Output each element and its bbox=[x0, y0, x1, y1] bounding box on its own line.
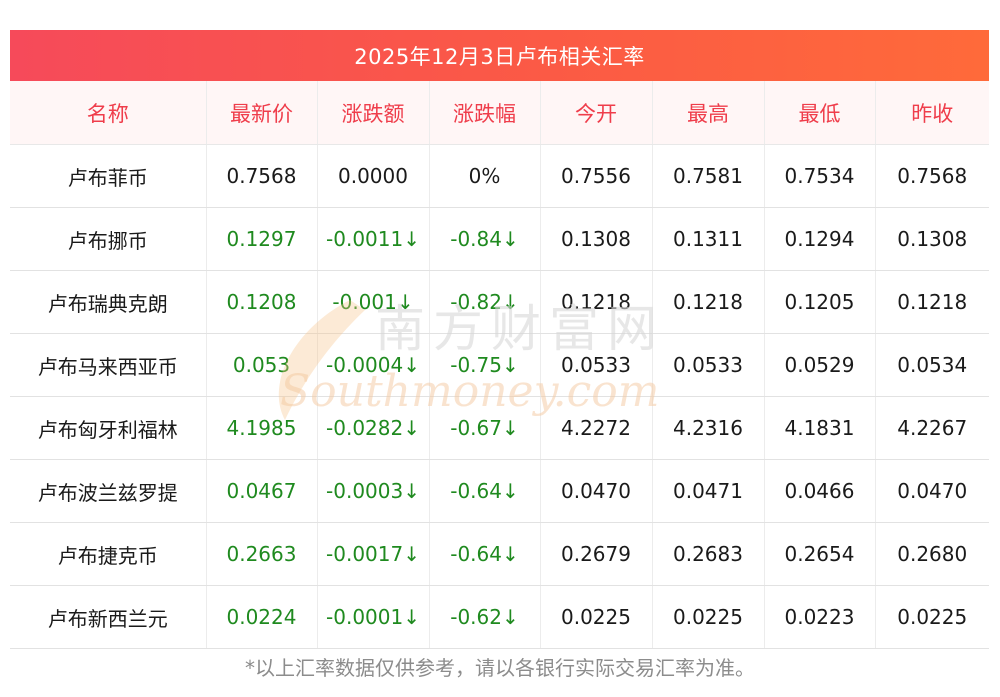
cell-latest: 0.0467 bbox=[206, 459, 318, 523]
cell-latest: 0.0224 bbox=[206, 585, 318, 649]
cell-name: 卢布马来西亚币 bbox=[10, 333, 207, 397]
cell-open: 0.1218 bbox=[540, 270, 653, 334]
cell-change-pct: -0.84↓ bbox=[429, 207, 541, 271]
rate-table-card: 2025年12月3日卢布相关汇率 名称 最新价 涨跌额 涨跌幅 今开 最高 最低… bbox=[10, 30, 989, 649]
header-prev-close: 昨收 bbox=[875, 81, 989, 145]
cell-prev-close: 0.1308 bbox=[875, 207, 989, 271]
cell-high: 0.7581 bbox=[652, 144, 765, 208]
disclaimer-note: *以上汇率数据仅供参考，请以各银行实际交易汇率为准。 bbox=[245, 656, 755, 680]
cell-low: 0.0223 bbox=[764, 585, 876, 649]
cell-high: 4.2316 bbox=[652, 396, 765, 460]
cell-high: 0.2683 bbox=[652, 522, 765, 586]
cell-high: 0.1218 bbox=[652, 270, 765, 334]
table-row: 卢布马来西亚币 0.053 -0.0004↓ -0.75↓ 0.0533 0.0533 0.… bbox=[10, 333, 989, 397]
cell-low: 0.7534 bbox=[764, 144, 876, 208]
cell-open: 0.7556 bbox=[540, 144, 653, 208]
table-body: 卢布菲币 0.7568 0.0000 0% 0.7556 0.7581 0.7534 0.75… bbox=[10, 144, 989, 649]
cell-name: 卢布挪币 bbox=[10, 207, 207, 271]
table-row: 卢布捷克币 0.2663 -0.0017↓ -0.64↓ 0.2679 0.2683 0.2… bbox=[10, 522, 989, 586]
cell-change-pct: -0.62↓ bbox=[429, 585, 541, 649]
cell-change: -0.0017↓ bbox=[317, 522, 430, 586]
cell-open: 0.2679 bbox=[540, 522, 653, 586]
cell-high: 0.0471 bbox=[652, 459, 765, 523]
cell-latest: 4.1985 bbox=[206, 396, 318, 460]
cell-change: -0.001↓ bbox=[317, 270, 430, 334]
cell-prev-close: 0.1218 bbox=[875, 270, 989, 334]
cell-name: 卢布新西兰元 bbox=[10, 585, 207, 649]
table-row: 卢布匈牙利福林 4.1985 -0.0282↓ -0.67↓ 4.2272 4.2316 4… bbox=[10, 396, 989, 460]
cell-prev-close: 0.0470 bbox=[875, 459, 989, 523]
cell-change: -0.0004↓ bbox=[317, 333, 430, 397]
cell-change: -0.0011↓ bbox=[317, 207, 430, 271]
cell-change-pct: -0.64↓ bbox=[429, 459, 541, 523]
table-row: 卢布新西兰元 0.0224 -0.0001↓ -0.62↓ 0.0225 0.0225 0.… bbox=[10, 585, 989, 649]
cell-change-pct: -0.64↓ bbox=[429, 522, 541, 586]
cell-low: 0.1294 bbox=[764, 207, 876, 271]
table-header: 名称 最新价 涨跌额 涨跌幅 今开 最高 最低 昨收 bbox=[10, 81, 989, 145]
cell-prev-close: 0.0534 bbox=[875, 333, 989, 397]
cell-latest: 0.2663 bbox=[206, 522, 318, 586]
cell-latest: 0.7568 bbox=[206, 144, 318, 208]
header-open: 今开 bbox=[540, 81, 653, 145]
cell-name: 卢布瑞典克朗 bbox=[10, 270, 207, 334]
cell-name: 卢布匈牙利福林 bbox=[10, 396, 207, 460]
header-low: 最低 bbox=[764, 81, 876, 145]
cell-change-pct: -0.67↓ bbox=[429, 396, 541, 460]
cell-high: 0.0225 bbox=[652, 585, 765, 649]
cell-change-pct: -0.82↓ bbox=[429, 270, 541, 334]
header-high: 最高 bbox=[652, 81, 765, 145]
cell-name: 卢布捷克币 bbox=[10, 522, 207, 586]
cell-low: 0.1205 bbox=[764, 270, 876, 334]
cell-name: 卢布菲币 bbox=[10, 144, 207, 208]
cell-prev-close: 4.2267 bbox=[875, 396, 989, 460]
table-row: 卢布挪币 0.1297 -0.0011↓ -0.84↓ 0.1308 0.1311 0.12… bbox=[10, 207, 989, 271]
rate-table: 名称 最新价 涨跌额 涨跌幅 今开 最高 最低 昨收 卢布菲币 0.7568 0.0… bbox=[10, 81, 989, 649]
cell-change: -0.0003↓ bbox=[317, 459, 430, 523]
table-row: 卢布菲币 0.7568 0.0000 0% 0.7556 0.7581 0.7534 0.75… bbox=[10, 144, 989, 208]
table-row: 卢布波兰兹罗提 0.0467 -0.0003↓ -0.64↓ 0.0470 0.0471 0… bbox=[10, 459, 989, 523]
cell-change: -0.0001↓ bbox=[317, 585, 430, 649]
header-latest: 最新价 bbox=[206, 81, 318, 145]
table-row: 卢布瑞典克朗 0.1208 -0.001↓ -0.82↓ 0.1218 0.1218 0.1… bbox=[10, 270, 989, 334]
cell-open: 0.0470 bbox=[540, 459, 653, 523]
cell-open: 0.1308 bbox=[540, 207, 653, 271]
cell-change-pct: -0.75↓ bbox=[429, 333, 541, 397]
cell-prev-close: 0.0225 bbox=[875, 585, 989, 649]
cell-name: 卢布波兰兹罗提 bbox=[10, 459, 207, 523]
table-title: 2025年12月3日卢布相关汇率 bbox=[10, 30, 989, 81]
cell-latest: 0.053 bbox=[206, 333, 318, 397]
header-change-pct: 涨跌幅 bbox=[429, 81, 541, 145]
header-name: 名称 bbox=[10, 81, 207, 145]
cell-latest: 0.1297 bbox=[206, 207, 318, 271]
cell-prev-close: 0.7568 bbox=[875, 144, 989, 208]
cell-open: 0.0533 bbox=[540, 333, 653, 397]
cell-latest: 0.1208 bbox=[206, 270, 318, 334]
cell-low: 0.0529 bbox=[764, 333, 876, 397]
cell-low: 0.2654 bbox=[764, 522, 876, 586]
cell-prev-close: 0.2680 bbox=[875, 522, 989, 586]
cell-open: 4.2272 bbox=[540, 396, 653, 460]
header-change: 涨跌额 bbox=[317, 81, 430, 145]
cell-change: 0.0000 bbox=[317, 144, 430, 208]
cell-low: 4.1831 bbox=[764, 396, 876, 460]
cell-change-pct: 0% bbox=[429, 144, 541, 208]
cell-high: 0.0533 bbox=[652, 333, 765, 397]
cell-high: 0.1311 bbox=[652, 207, 765, 271]
cell-open: 0.0225 bbox=[540, 585, 653, 649]
cell-change: -0.0282↓ bbox=[317, 396, 430, 460]
cell-low: 0.0466 bbox=[764, 459, 876, 523]
